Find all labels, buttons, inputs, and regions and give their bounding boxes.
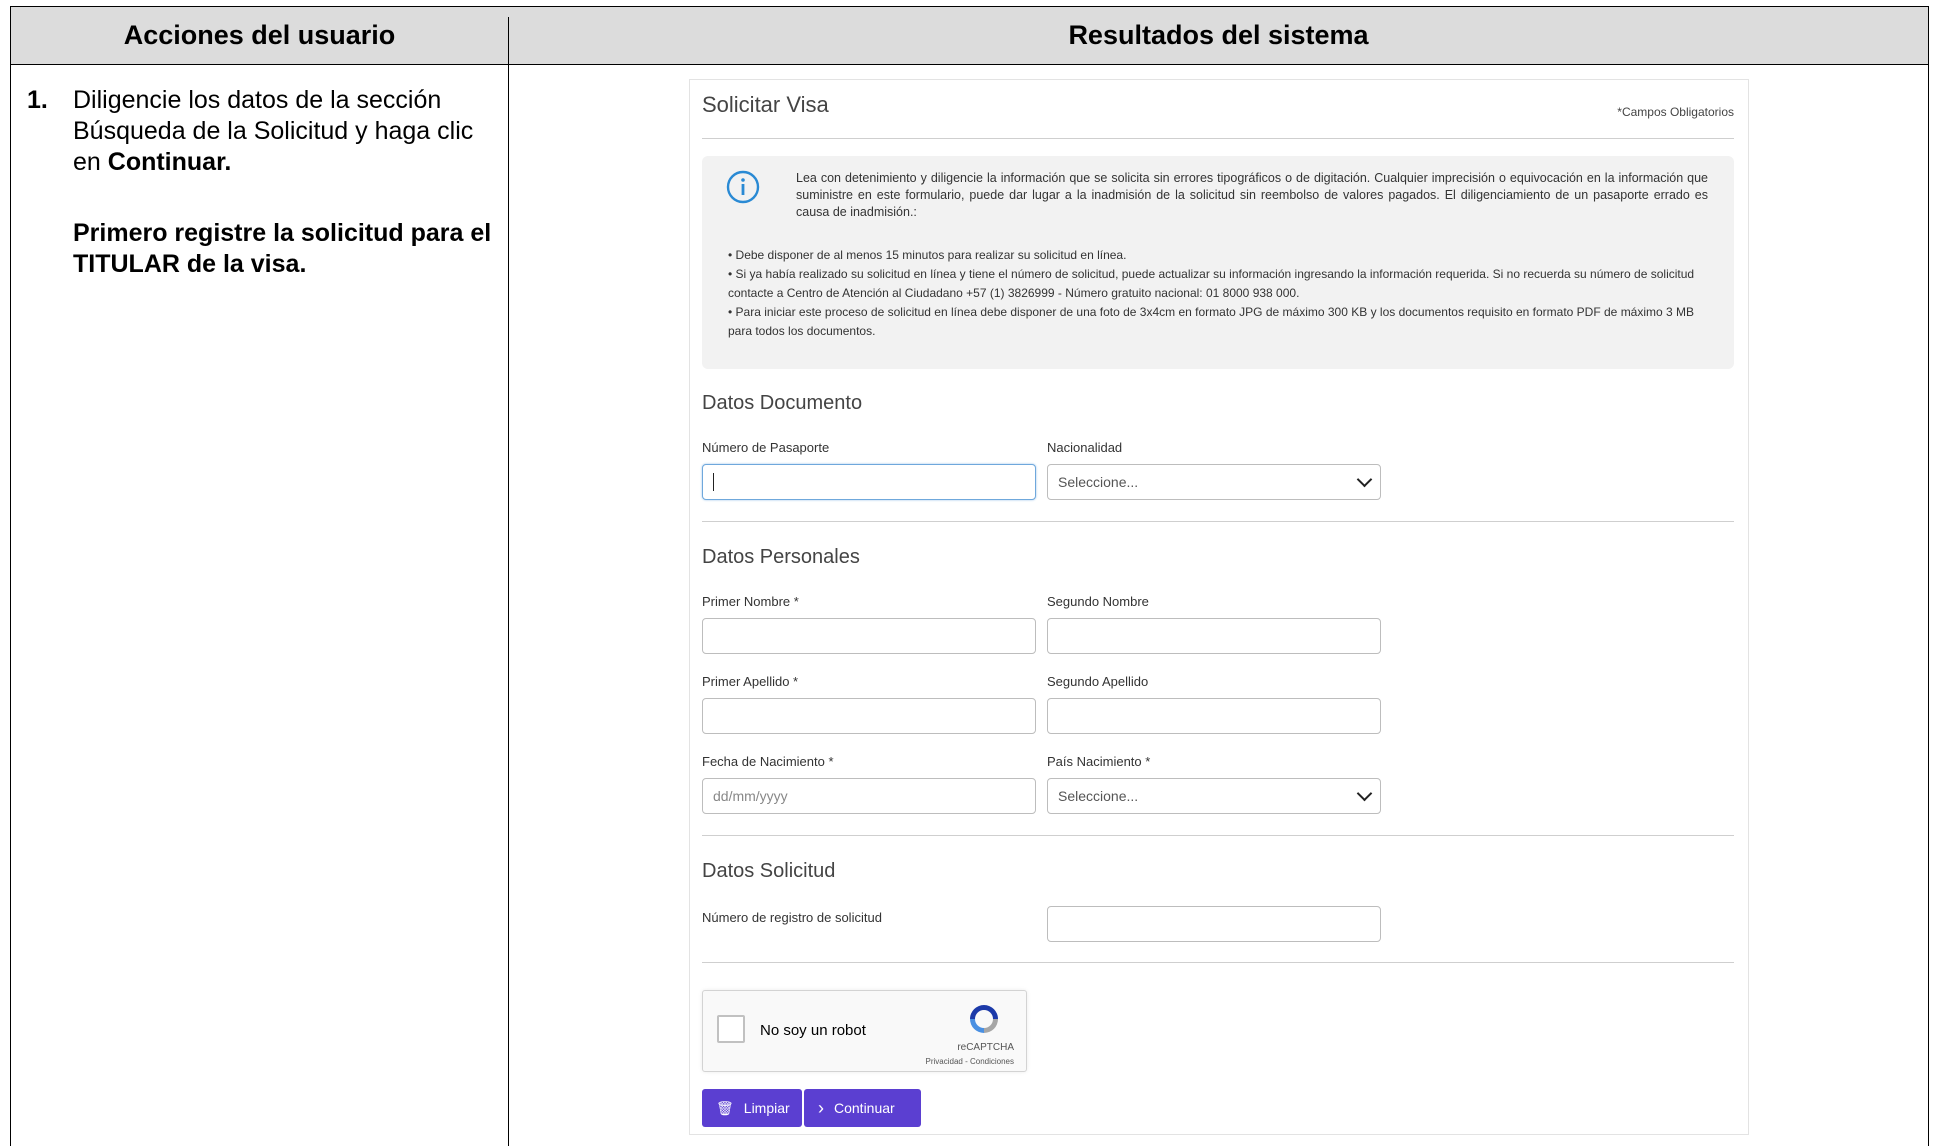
fecha-placeholder: dd/mm/yyyy [713,788,788,804]
section-datos-personales: Datos Personales [702,546,860,568]
primer-nombre-label: Primer Nombre * [702,594,799,609]
clear-button[interactable]: 🗑 Limpiar [702,1089,802,1127]
section-datos-solicitud: Datos Solicitud [702,860,836,882]
continue-button[interactable]: › Continuar [804,1089,921,1127]
recaptcha-brand: reCAPTCHA [957,1042,1014,1053]
registro-label: Número de registro de solicitud [702,910,882,925]
user-actions-cell: 1. Diligencie los datos de la sección Bú… [11,65,508,1146]
pasaporte-input[interactable] [702,464,1036,500]
continue-button-label: Continuar [834,1100,895,1116]
pais-nacimiento-select[interactable]: Seleccione... [1047,778,1381,814]
step-number: 1. [27,86,48,114]
info-bullet: • Si ya había realizado su solicitud en … [728,267,1695,300]
header-user-actions: Acciones del usuario [123,20,396,50]
chevron-down-icon [1356,471,1373,488]
section-divider [702,835,1734,836]
section-divider [702,521,1734,522]
form-title: Solicitar Visa [702,92,829,117]
required-note: *Campos Obligatorios [1617,105,1734,119]
table-header: Acciones del usuario Resultados del sist… [11,7,1928,65]
info-bullet: • Para iniciar este proceso de solicitud… [728,305,1695,338]
recaptcha-checkbox[interactable] [717,1015,745,1043]
info-bullets: • Debe disponer de al menos 15 minutos p… [728,246,1708,341]
titular-note: Primero registre la solicitud para el TI… [73,219,492,278]
segundo-apellido-input[interactable] [1047,698,1381,734]
nacionalidad-value: Seleccione... [1058,474,1139,490]
info-bullet: • Debe disponer de al menos 15 minutos p… [728,248,1127,262]
section-divider [702,962,1734,963]
step-instruction-bold: Continuar. [107,148,232,176]
nacionalidad-label: Nacionalidad [1047,440,1123,455]
recaptcha-label: No soy un robot [760,1022,866,1039]
segundo-nombre-input[interactable] [1047,618,1381,654]
primer-apellido-input[interactable] [702,698,1036,734]
chevron-down-icon [1356,785,1373,802]
trash-icon: 🗑 [716,1099,734,1116]
segundo-apellido-label: Segundo Apellido [1047,674,1149,689]
segundo-nombre-label: Segundo Nombre [1047,594,1149,609]
pais-nacimiento-label: País Nacimiento * [1047,754,1151,769]
step-text: Diligencie los datos de la sección Búsqu… [73,85,494,178]
clear-button-label: Limpiar [743,1100,790,1116]
recaptcha-widget: No soy un robot reCAPTCHA Privacidad - C… [702,990,1027,1072]
pais-value: Seleccione... [1058,788,1139,804]
registro-input[interactable] [1047,906,1381,942]
info-main-text: Lea con detenimiento y diligencie la inf… [796,171,1708,219]
header-system-results: Resultados del sistema [1068,20,1369,50]
step-1: 1. Diligencie los datos de la sección Bú… [27,85,494,178]
recaptcha-links[interactable]: Privacidad - Condiciones [926,1057,1015,1066]
primer-nombre-input[interactable] [702,618,1036,654]
chevron-right-icon: › [818,1097,824,1118]
section-datos-documento: Datos Documento [702,392,863,414]
visa-form-panel: Solicitar Visa *Campos Obligatorios Lea … [689,79,1749,1135]
nacionalidad-select[interactable]: Seleccione... [1047,464,1381,500]
fecha-nacimiento-label: Fecha de Nacimiento * [702,754,834,769]
text-caret [713,473,714,491]
pasaporte-label: Número de Pasaporte [702,440,830,455]
info-icon [726,170,760,204]
recaptcha-icon [970,1005,998,1033]
column-divider [508,17,509,1146]
info-box: Lea con detenimiento y diligencie la inf… [702,156,1734,369]
fecha-nacimiento-input[interactable]: dd/mm/yyyy [702,778,1036,814]
title-divider [702,138,1734,139]
primer-apellido-label: Primer Apellido * [702,674,799,689]
